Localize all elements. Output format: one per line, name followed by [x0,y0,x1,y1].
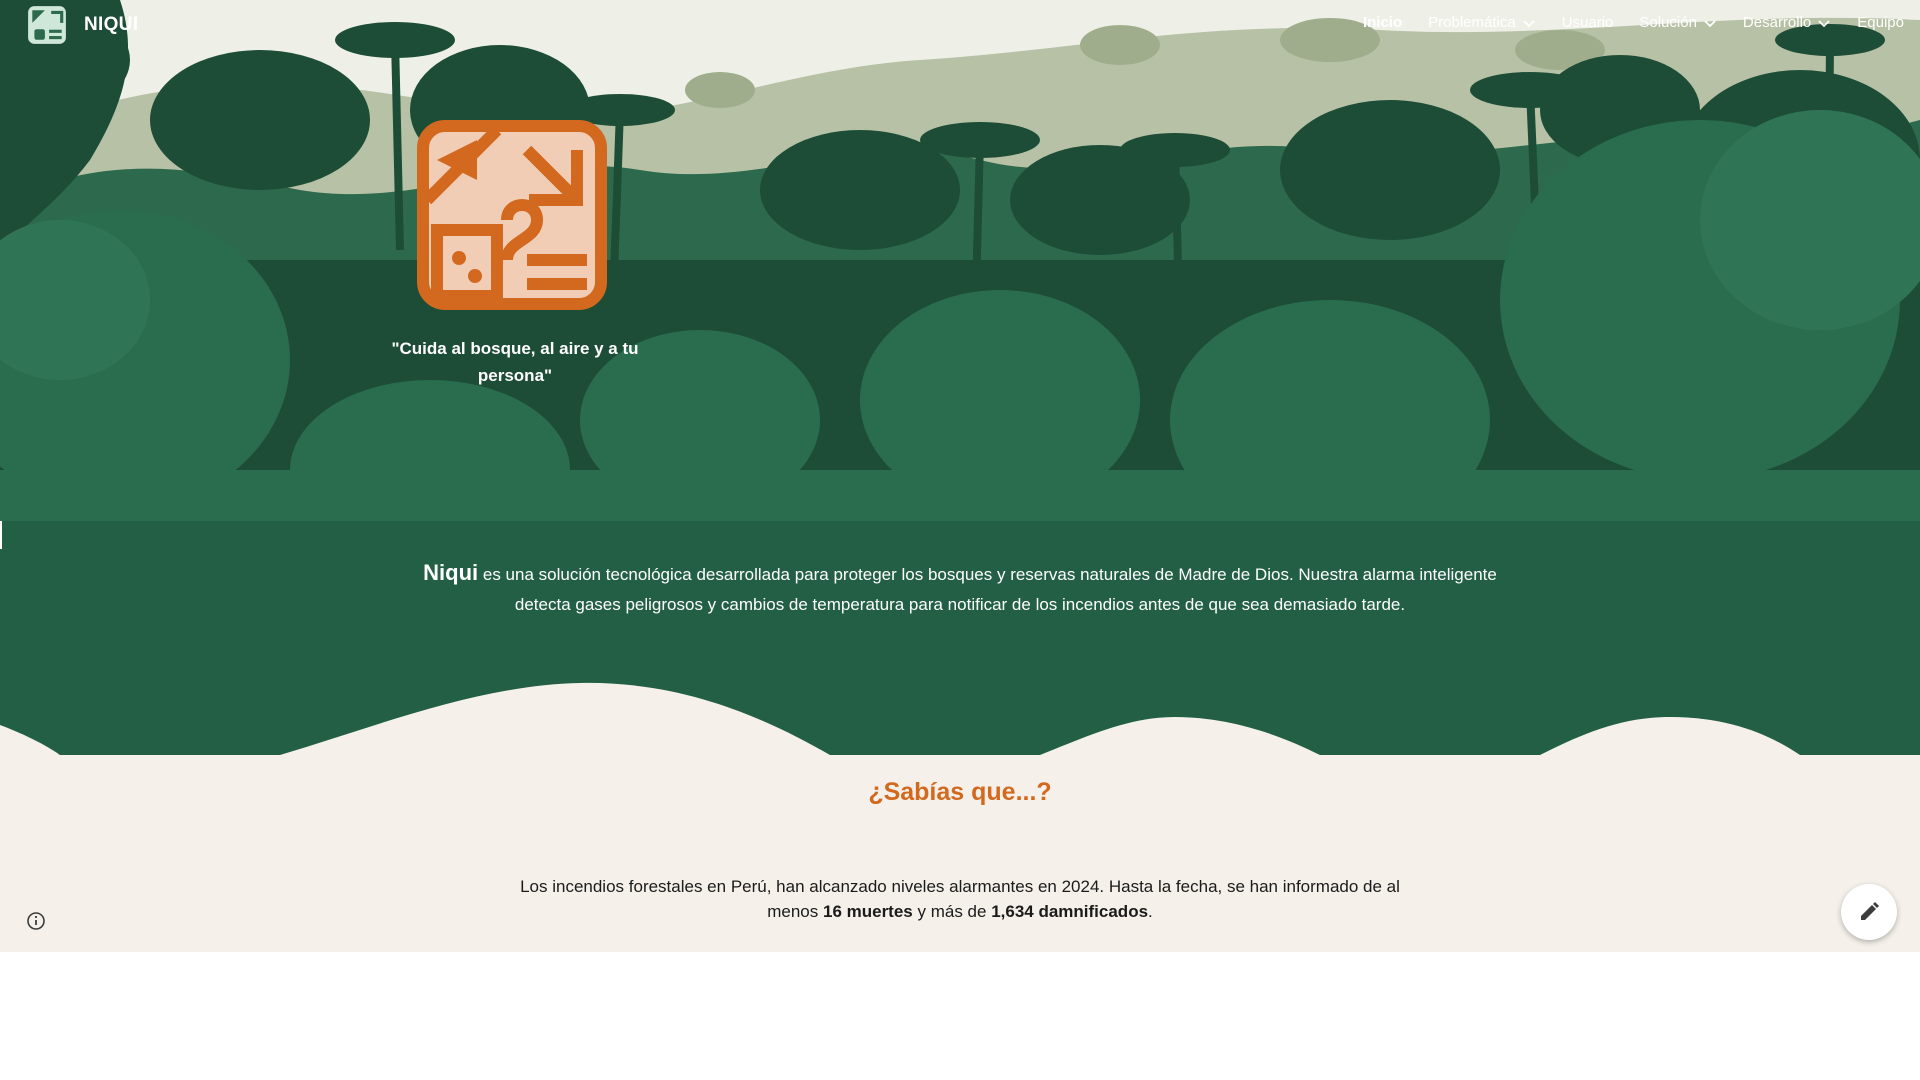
chevron-down-icon [1818,19,1830,27]
nav-item-inicio[interactable]: Inicio [1363,14,1402,31]
nav-item-label: Desarrollo [1742,14,1812,31]
intro-text: es una solución tecnológica desarrollada… [478,565,1497,614]
brand-name: NIQUI [84,14,139,35]
nav-item-problematica[interactable]: Problemática [1428,14,1536,31]
text-cursor-marker [0,521,2,549]
nav-item-equipo[interactable]: Equipo [1857,14,1904,31]
nav-item-usuario[interactable]: Usuario [1562,14,1614,31]
pencil-icon [1861,902,1879,920]
intro-brand-word: Niqui [423,560,479,585]
brand[interactable]: NIQUI [26,4,138,46]
intro-paragraph: Niqui es una solución tecnológica desarr… [420,558,1500,620]
nav-item-desarrollo[interactable]: Desarrollo [1743,14,1831,31]
niqui-logo-icon [28,6,66,44]
nav-item-label: Problemática [1428,14,1516,31]
nav-item-solucion[interactable]: Solución [1639,14,1717,31]
jungle-illustration [0,0,1920,521]
hero-quote: "Cuida al bosque, al aire y a tu persona… [391,339,639,385]
hero-banner [0,0,1920,521]
nav-item-label: Equipo [1857,14,1904,31]
section-wave-divider [0,665,1920,755]
fact-paragraph: Los incendios forestales en Perú, han al… [500,874,1420,924]
info-icon[interactable] [26,911,46,931]
top-navigation: NIQUI Inicio Problemática Usuario Soluci… [0,0,1920,54]
nav-item-label: Solución [1639,14,1697,31]
nav-item-label: Inicio [1362,14,1403,31]
nav-item-label: Usuario [1561,14,1614,31]
sabias-heading: ¿Sabías que...? [868,778,1052,806]
page: NIQUI Inicio Problemática Usuario Soluci… [0,0,1920,952]
edit-button[interactable] [1841,884,1897,940]
fact-text-3: . [1148,902,1153,921]
fact-deaths: 16 muertes [822,902,913,921]
chevron-down-icon [1523,19,1535,27]
chevron-down-icon [1704,19,1716,27]
fact-affected: 1,634 damnificados [991,902,1149,921]
niqui-emblem-icon [417,120,607,310]
fact-text-2: y más de [912,902,992,921]
nav-menu: Inicio Problemática Usuario Solución Des… [1363,14,1904,31]
